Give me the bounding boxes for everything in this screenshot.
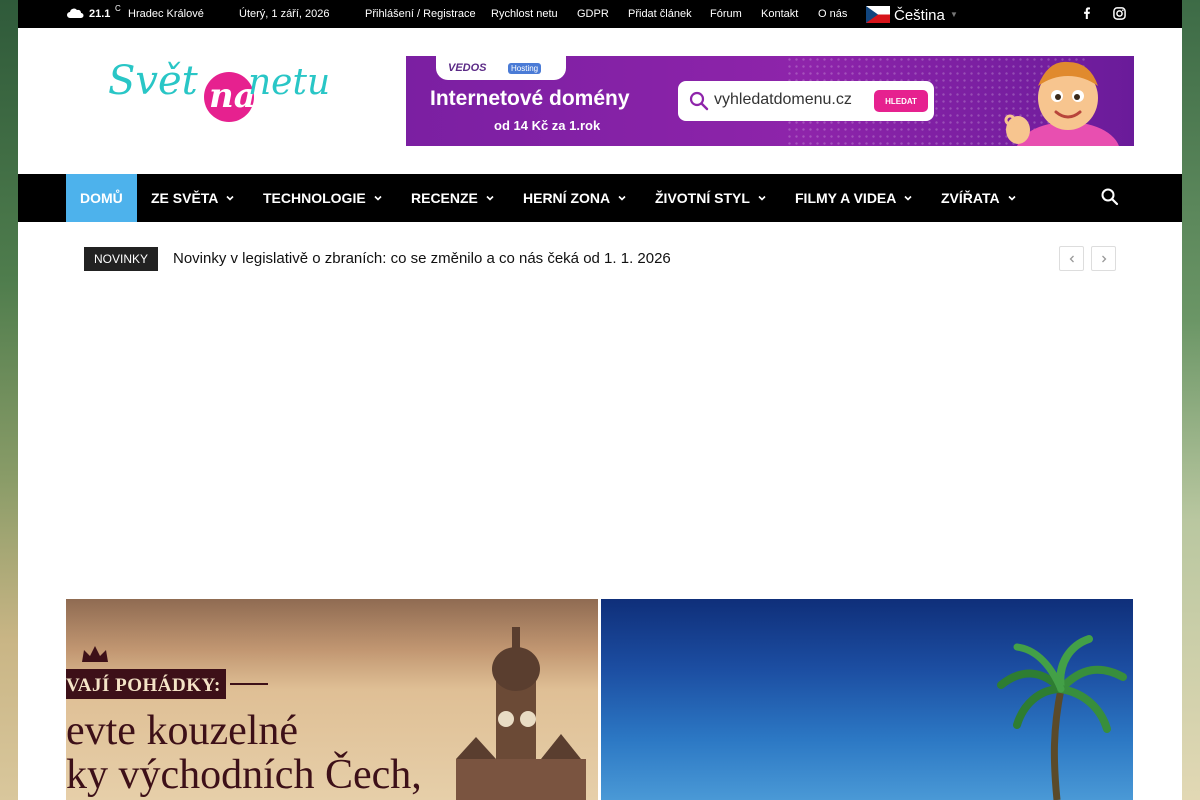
banner-brand: VEDOS bbox=[448, 62, 487, 74]
banner-brand-badge: Hosting bbox=[508, 63, 542, 74]
facebook-icon[interactable] bbox=[1080, 6, 1094, 20]
banner-subtitle: od 14 Kč za 1.rok bbox=[494, 118, 601, 133]
menu-item-label: ŽIVOTNÍ STYL bbox=[655, 190, 750, 206]
speed-test-link[interactable]: Rychlost netu bbox=[491, 8, 558, 20]
search-icon bbox=[689, 91, 709, 111]
ticker-next-button[interactable] bbox=[1091, 246, 1116, 271]
menu-item-label: DOMŮ bbox=[80, 190, 123, 206]
card-headline-line-1: evte kouzelné bbox=[66, 708, 299, 754]
chevron-down-icon bbox=[618, 195, 626, 201]
menu-item-movies[interactable]: FILMY A VIDEA bbox=[795, 174, 912, 222]
czech-flag-icon[interactable] bbox=[866, 6, 890, 23]
crown-icon bbox=[82, 646, 108, 662]
gdpr-link[interactable]: GDPR bbox=[577, 8, 609, 20]
top-bar: 21.1 C Hradec Králové Úterý, 1 září, 202… bbox=[18, 0, 1182, 28]
add-article-link[interactable]: Přidat článek bbox=[628, 8, 692, 20]
banner-search-box: vyhledatdomenu.cz HLEDAT bbox=[678, 81, 934, 121]
menu-item-gaming[interactable]: HERNÍ ZONA bbox=[523, 174, 626, 222]
menu-item-label: FILMY A VIDEA bbox=[795, 190, 897, 206]
ticker-label: NOVINKY bbox=[84, 247, 158, 271]
contact-link[interactable]: Kontakt bbox=[761, 8, 798, 20]
menu-item-label: RECENZE bbox=[411, 190, 478, 206]
castle-tower-illustration bbox=[456, 627, 586, 800]
banner-title: Internetové domény bbox=[430, 87, 630, 110]
mascot-illustration bbox=[1004, 61, 1119, 146]
chevron-down-icon bbox=[904, 195, 912, 201]
menu-item-label: HERNÍ ZONA bbox=[523, 190, 611, 206]
menu-item-label: TECHNOLOGIE bbox=[263, 190, 366, 206]
current-date: Úterý, 1 září, 2026 bbox=[239, 8, 330, 20]
featured-article-card[interactable]: VAJÍ POHÁDKY: evte kouzelné ky východníc… bbox=[66, 599, 598, 800]
menu-item-animals[interactable]: ZVÍŘATA bbox=[941, 174, 1016, 222]
banner-domain: vyhledatdomenu.cz bbox=[714, 91, 852, 108]
temperature: 21.1 bbox=[89, 8, 111, 20]
chevron-down-icon bbox=[486, 195, 494, 201]
ad-banner[interactable]: VEDOS Hosting Internetové domény od 14 K… bbox=[406, 56, 1134, 146]
cloud-icon bbox=[67, 8, 84, 18]
instagram-icon[interactable] bbox=[1112, 6, 1126, 20]
forum-link[interactable]: Fórum bbox=[710, 8, 742, 20]
logo-text-netu: netu bbox=[248, 62, 331, 103]
chevron-down-icon bbox=[374, 195, 382, 201]
ribbon-divider bbox=[230, 683, 268, 685]
ticker-headline[interactable]: Novinky v legislativě o zbraních: co se … bbox=[173, 250, 671, 267]
chevron-left-icon bbox=[1069, 255, 1074, 262]
language-caret-icon[interactable]: ▼ bbox=[950, 10, 958, 19]
language-selector[interactable]: Čeština bbox=[894, 7, 945, 24]
menu-item-reviews[interactable]: RECENZE bbox=[411, 174, 494, 222]
banner-search-button: HLEDAT bbox=[874, 90, 928, 112]
chevron-down-icon bbox=[1008, 195, 1016, 201]
menu-item-lifestyle[interactable]: ŽIVOTNÍ STYL bbox=[655, 174, 766, 222]
menu-item-label: ZVÍŘATA bbox=[941, 190, 1000, 206]
palm-tree-illustration bbox=[997, 635, 1127, 800]
background-right bbox=[1182, 0, 1200, 800]
chevron-down-icon bbox=[226, 195, 234, 201]
about-link[interactable]: O nás bbox=[818, 8, 847, 20]
menu-item-technology[interactable]: TECHNOLOGIE bbox=[263, 174, 382, 222]
logo-text-svet: Svět bbox=[108, 58, 198, 104]
menu-item-label: ZE SVĚTA bbox=[151, 190, 219, 206]
background-left bbox=[0, 0, 18, 800]
site-logo[interactable]: Svět na netu bbox=[108, 54, 348, 130]
card-ribbon-text: VAJÍ POHÁDKY: bbox=[66, 675, 221, 696]
site-header: Svět na netu VEDOS Hosting Internetové d… bbox=[18, 28, 1182, 174]
main-content: NOVINKY Novinky v legislativě o zbraních… bbox=[18, 222, 1182, 800]
temperature-unit: C bbox=[115, 4, 121, 13]
chevron-down-icon bbox=[758, 195, 766, 201]
main-menu: DOMŮ ZE SVĚTA TECHNOLOGIE RECENZE HERNÍ … bbox=[18, 174, 1182, 222]
featured-article-card[interactable] bbox=[601, 599, 1133, 800]
menu-item-home[interactable]: DOMŮ bbox=[66, 174, 137, 222]
card-headline-line-2: ky východních Čech, bbox=[66, 752, 422, 798]
search-icon[interactable] bbox=[1100, 187, 1120, 207]
weather-city: Hradec Králové bbox=[128, 8, 204, 20]
ticker-prev-button[interactable] bbox=[1059, 246, 1084, 271]
menu-item-world[interactable]: ZE SVĚTA bbox=[151, 174, 234, 222]
chevron-right-icon bbox=[1101, 255, 1106, 262]
login-link[interactable]: Přihlášení / Registrace bbox=[365, 8, 476, 20]
